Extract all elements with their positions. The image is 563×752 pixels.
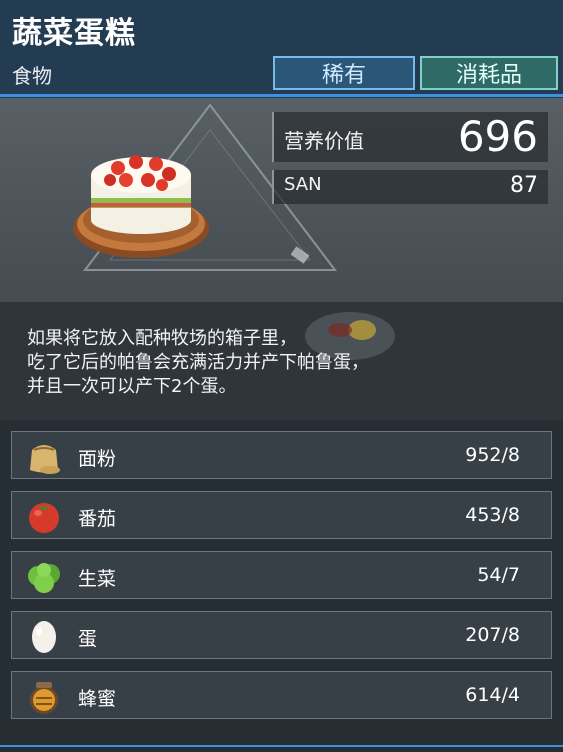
- ingredient-name: 番茄: [78, 508, 117, 530]
- lettuce-icon: [28, 563, 60, 593]
- ingredient-count: 614/4: [465, 684, 520, 706]
- san-value: 87: [510, 173, 538, 198]
- nutrition-stat: 营养价值 696: [272, 112, 548, 162]
- bottom-divider: [0, 745, 563, 747]
- ingredient-row: 面粉 952/8: [11, 431, 552, 479]
- ingredient-row: 生菜 54/7: [11, 551, 552, 599]
- ingredient-count: 453/8: [465, 504, 520, 526]
- nutrition-label: 营养价值: [284, 129, 364, 153]
- nutrition-value: 696: [457, 112, 538, 161]
- egg-icon: [32, 621, 56, 653]
- ingredient-row: 番茄 453/8: [11, 491, 552, 539]
- san-label: SAN: [284, 174, 322, 195]
- item-category: 食物: [12, 64, 52, 88]
- ingredient-name: 蛋: [78, 628, 98, 650]
- ingredient-count: 952/8: [465, 444, 520, 466]
- item-name: 蔬菜蛋糕: [12, 16, 136, 51]
- ingredient-row: 蛋 207/8: [11, 611, 552, 659]
- rarity-tag: 稀有: [273, 56, 415, 90]
- description-line: 吃了它后的帕鲁会充满活力并产下帕鲁蛋，: [27, 352, 369, 373]
- description-line: 如果将它放入配种牧场的箱子里，: [27, 328, 297, 349]
- item-description: 如果将它放入配种牧场的箱子里， 吃了它后的帕鲁会充满活力并产下帕鲁蛋， 并且一次…: [0, 302, 563, 420]
- item-type-tag: 消耗品: [420, 56, 558, 90]
- tomato-icon: [29, 503, 59, 533]
- header-divider: [0, 94, 563, 97]
- honey-jar-icon: [30, 682, 58, 714]
- item-header: 蔬菜蛋糕 食物 稀有 消耗品: [0, 0, 563, 98]
- vegetable-cake-image: [73, 155, 209, 258]
- ingredient-list: 面粉 952/8 番茄 453/8 生菜 54/7 蛋 207/8 蜂蜜 614…: [0, 420, 563, 752]
- flour-bag-icon: [30, 445, 60, 474]
- description-line: 并且一次可以产下2个蛋。: [27, 376, 237, 397]
- san-stat: SAN 87: [272, 170, 548, 204]
- ingredient-name: 蜂蜜: [78, 688, 117, 710]
- ingredient-count: 54/7: [477, 564, 520, 586]
- ingredient-name: 面粉: [78, 448, 117, 470]
- ingredient-count: 207/8: [465, 624, 520, 646]
- ingredient-name: 生菜: [78, 568, 117, 590]
- ingredient-row: 蜂蜜 614/4: [11, 671, 552, 719]
